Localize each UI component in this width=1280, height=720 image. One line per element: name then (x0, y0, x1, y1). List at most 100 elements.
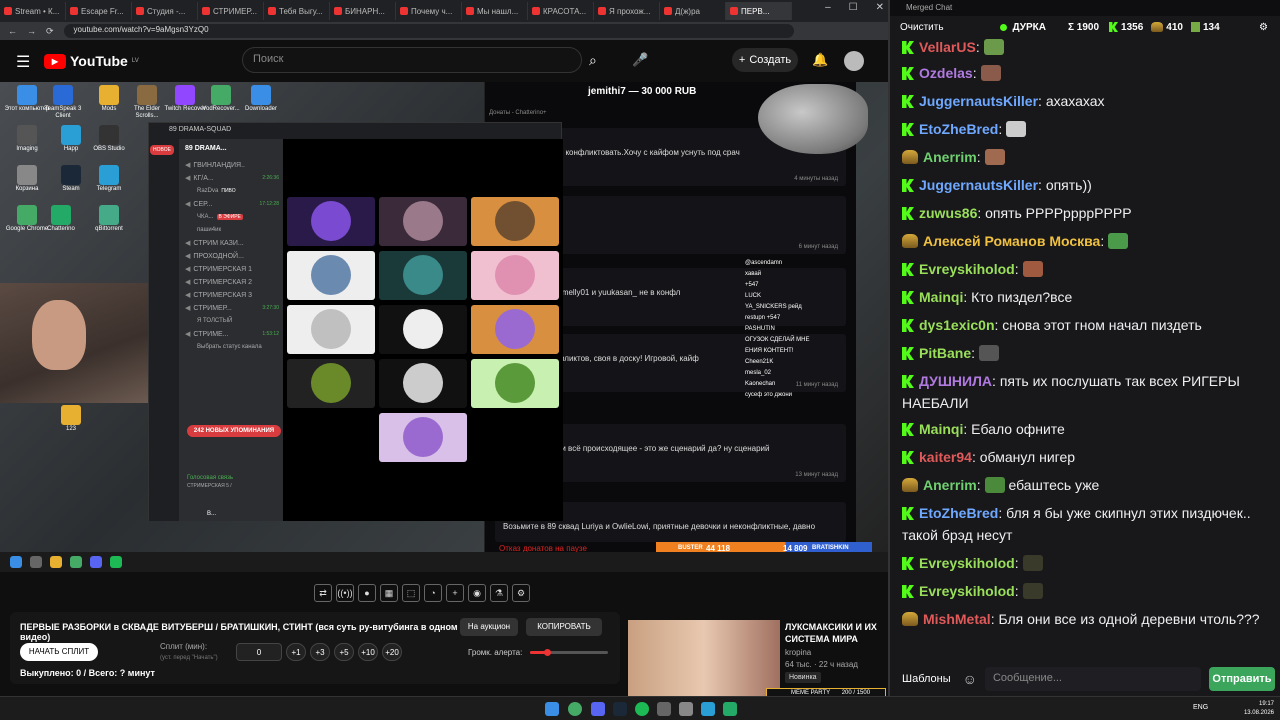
maximize-icon[interactable]: ☐ (849, 2, 858, 13)
voice-channel[interactable]: ◀ ГВИНЛАНДИЯ.. (179, 159, 283, 172)
participant-tile[interactable] (379, 197, 467, 246)
broadcast-icon[interactable]: ((•)) (336, 584, 354, 602)
voice-channel[interactable]: ◀ СТРИМЕРСКАЯ 3 (179, 289, 283, 302)
url-field[interactable]: youtube.com/watch?v=9aMgsn3YzQ0 (63, 24, 794, 38)
recommended-channel[interactable]: kropina (785, 648, 811, 657)
send-button[interactable]: Отправить (1208, 667, 1275, 691)
chat-username[interactable]: EtoZheBred (919, 121, 998, 137)
increment-button[interactable]: +20 (382, 643, 402, 661)
chat-username[interactable]: ДУШНИЛА (919, 373, 992, 389)
participant-tile[interactable] (287, 305, 375, 354)
back-icon[interactable]: ← (8, 26, 17, 36)
emoji-icon[interactable]: ☺ (963, 671, 977, 687)
chrome-icon[interactable] (568, 702, 582, 716)
chatterino-icon[interactable] (723, 702, 737, 716)
chat-username[interactable]: JuggernautsKiller (919, 93, 1038, 109)
voice-user[interactable]: Выбрать статус канала (179, 341, 283, 354)
browser-tab[interactable]: Почему ч... (396, 2, 462, 20)
record-icon[interactable]: ● (358, 584, 376, 602)
browser-tab[interactable]: БИНАРН... (330, 2, 396, 20)
bell-icon[interactable]: 🔔 (812, 52, 828, 68)
voice-user[interactable]: ЧКА... В ЭФИРЕ (179, 211, 283, 224)
forward-icon[interactable]: → (27, 26, 36, 36)
voice-channel[interactable]: ◀ СТРИМЕРСКАЯ 2 (179, 276, 283, 289)
chat-username[interactable]: MishMetal (923, 611, 991, 627)
clear-button[interactable]: Очистить (900, 22, 944, 33)
voice-channel[interactable]: ◀ СЕР... 17:12:28 (179, 198, 283, 211)
chat-username[interactable]: EtoZheBred (919, 505, 998, 521)
message-input[interactable]: Сообщение... (984, 667, 1201, 691)
app-icon[interactable] (679, 702, 693, 716)
voice-user[interactable]: паши4ик (179, 224, 283, 237)
participant-tile[interactable] (379, 305, 467, 354)
volume-slider[interactable] (530, 649, 608, 656)
increment-button[interactable]: +1 (286, 643, 306, 661)
chat-username[interactable]: dys1exic0n (919, 317, 995, 333)
chat-username[interactable]: VellarUS (919, 39, 976, 55)
minimize-icon[interactable]: – (825, 2, 831, 13)
voice-user[interactable]: Я ТОЛСТЫЙ (179, 315, 283, 328)
search-input[interactable]: Поиск (242, 47, 582, 73)
participant-tile[interactable] (379, 251, 467, 300)
browser-tab[interactable]: Escape Fr... (66, 2, 132, 20)
desktop-icon[interactable]: Imaging (4, 125, 50, 153)
gauge-icon[interactable]: ◔ (424, 584, 442, 602)
browser-tab[interactable]: Студия -... (132, 2, 198, 20)
server-name[interactable]: 89 DRAMA... (179, 139, 283, 159)
clock[interactable]: 19:17 13.08.2026 (1244, 700, 1274, 718)
desktop-icon[interactable]: 123 (48, 405, 94, 433)
create-button[interactable]: + Создать (732, 48, 798, 72)
desktop-icon[interactable]: Downloader (238, 85, 284, 113)
discord-icon[interactable] (591, 702, 605, 716)
obs-icon[interactable] (657, 702, 671, 716)
desktop-icon[interactable]: OBS Studio (86, 125, 132, 153)
voice-user[interactable]: RazDva ПИВО (179, 185, 283, 198)
start-split-button[interactable]: НАЧАТЬ СПЛИТ (20, 643, 98, 661)
increment-button[interactable]: +10 (358, 643, 378, 661)
microphone-icon[interactable]: 🎤 (632, 52, 648, 68)
steam-icon[interactable] (613, 702, 627, 716)
increment-button[interactable]: +5 (334, 643, 354, 661)
participant-tile[interactable] (379, 413, 467, 462)
participant-tile[interactable] (287, 359, 375, 408)
chat-username[interactable]: Evreyskiholod (919, 555, 1015, 571)
voice-channel[interactable]: ◀ СТРИМ КАЗИ... (179, 237, 283, 250)
settings-icon[interactable]: ⚙ (1259, 22, 1268, 33)
participant-tile[interactable] (471, 305, 559, 354)
chat-username[interactable]: Anerrim (923, 149, 977, 165)
browser-tab[interactable]: ПЕРВ... (726, 2, 792, 20)
chat-username[interactable]: PitBane (919, 345, 971, 361)
voice-channel[interactable]: ◀ СТРИМЕР... 3:27:30 (179, 302, 283, 315)
chat-username[interactable]: Evreyskiholod (919, 261, 1015, 277)
desktop-icon[interactable]: TeamSpeak 3 Client (40, 85, 86, 119)
participant-tile[interactable] (287, 197, 375, 246)
chat-username[interactable]: Ozdelas (919, 65, 973, 81)
browser-tab[interactable]: КРАСОТА... (528, 2, 594, 20)
crop-icon[interactable]: ⬚ (402, 584, 420, 602)
chat-username[interactable]: Evreyskiholod (919, 583, 1015, 599)
reload-icon[interactable]: ⟳ (46, 26, 54, 37)
participant-tile[interactable] (471, 359, 559, 408)
increment-button[interactable]: +3 (310, 643, 330, 661)
language-indicator[interactable]: ENG (1193, 704, 1208, 711)
shuffle-icon[interactable]: ⇄ (314, 584, 332, 602)
menu-icon[interactable]: ☰ (16, 52, 30, 72)
browser-tab[interactable]: Д(ж)ра (660, 2, 726, 20)
desktop-icon[interactable]: Корзина (4, 165, 50, 193)
voice-channel[interactable]: ◀ КГ/А... 2:26:36 (179, 172, 283, 185)
chat-username[interactable]: Anerrim (923, 477, 977, 493)
flask-icon[interactable]: ⚗ (490, 584, 508, 602)
voice-channel[interactable]: ◀ СТРИМЕ... 1:53:12 (179, 328, 283, 341)
spotify-icon[interactable] (635, 702, 649, 716)
auction-button[interactable]: На аукцион (460, 618, 518, 636)
desktop-icon[interactable]: Telegram (86, 165, 132, 193)
participant-tile[interactable] (379, 359, 467, 408)
voice-channel[interactable]: ◀ ПРОХОДНОЙ... (179, 250, 283, 263)
recommended-title[interactable]: ЛУКСМАКСИКИ И ИХ СИСТЕМА МИРА (785, 621, 885, 645)
chat-username[interactable]: zuwus86 (919, 205, 977, 221)
chat-username[interactable]: Mainqi (919, 421, 963, 437)
youtube-logo[interactable]: ▶ YouTube LV (44, 53, 139, 69)
avatar[interactable] (844, 51, 864, 71)
gear-icon[interactable]: ⚙ (512, 584, 530, 602)
participant-tile[interactable] (471, 197, 559, 246)
